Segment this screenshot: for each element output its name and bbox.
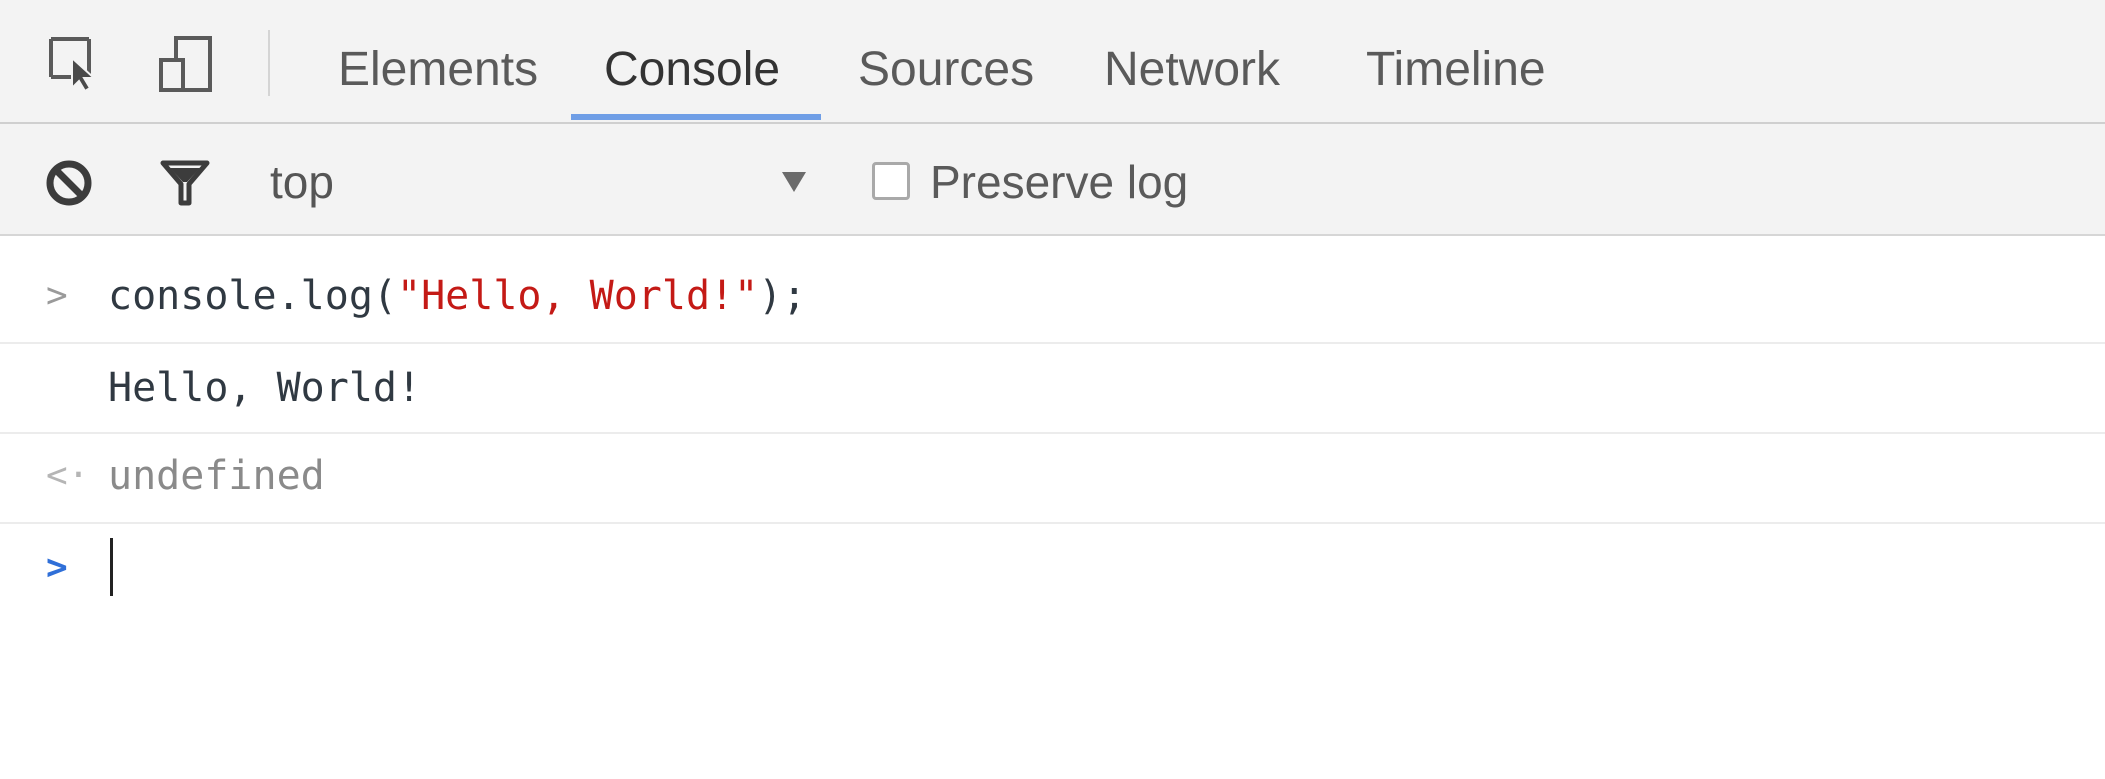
message-divider: [0, 522, 2105, 524]
console-return-value: <· undefined: [0, 436, 2105, 516]
tab-timeline[interactable]: Timeline: [1366, 30, 1546, 110]
toolbar-separator: [268, 30, 270, 96]
console-input-message: > console.log("Hello, World!");: [0, 256, 2105, 336]
devtools-tab-bar: Elements Console Sources Network Timelin…: [0, 0, 2105, 124]
context-selector[interactable]: top: [270, 146, 830, 218]
code-call: console.log(: [108, 273, 397, 319]
return-value-text: undefined: [108, 453, 325, 499]
tab-network[interactable]: Network: [1104, 30, 1280, 110]
message-divider: [0, 432, 2105, 434]
context-selector-value: top: [270, 156, 334, 208]
message-divider: [0, 342, 2105, 344]
preserve-log-label: Preserve log: [930, 156, 1189, 208]
dropdown-arrow-icon: [782, 172, 806, 192]
console-prompt-input[interactable]: >: [0, 528, 2105, 608]
input-prompt-icon: >: [46, 547, 68, 588]
prompt-chevron-icon: >: [46, 275, 68, 316]
tab-elements[interactable]: Elements: [338, 30, 538, 110]
code-string-literal: "Hello, World!": [396, 273, 759, 319]
log-output-text: Hello, World!: [108, 365, 422, 411]
console-log-output: Hello, World!: [0, 348, 2105, 428]
console-input-code: console.log("Hello, World!");: [108, 256, 806, 336]
tab-sources[interactable]: Sources: [858, 30, 1034, 110]
console-messages[interactable]: > console.log("Hello, World!"); Hello, W…: [0, 236, 2105, 779]
text-caret: [110, 538, 113, 596]
active-tab-indicator: [571, 114, 821, 120]
clear-console-icon[interactable]: [44, 158, 94, 208]
inspect-element-icon[interactable]: [48, 36, 104, 92]
return-arrow-icon: <·: [46, 455, 90, 496]
preserve-log-checkbox[interactable]: [872, 162, 910, 200]
tab-console[interactable]: Console: [604, 30, 780, 110]
filter-icon[interactable]: [160, 158, 210, 208]
console-toolbar: top Preserve log: [0, 124, 2105, 236]
device-mode-icon[interactable]: [158, 36, 214, 92]
code-call-end: );: [758, 273, 807, 319]
